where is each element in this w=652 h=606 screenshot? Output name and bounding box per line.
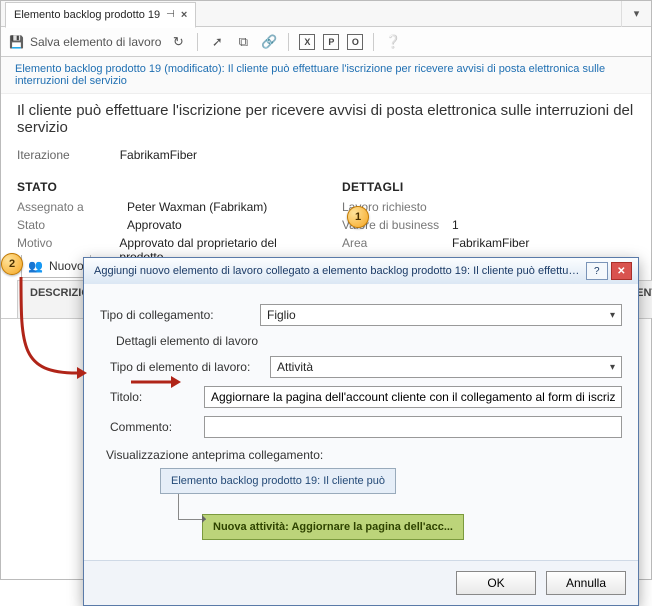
dialog-title-text: Aggiungi nuovo elemento di lavoro colleg…	[94, 265, 583, 277]
witype-select[interactable]: Attività	[270, 356, 622, 378]
iteration-row: Iterazione FabrikamFiber	[1, 144, 651, 172]
ok-button[interactable]: OK	[456, 571, 536, 595]
callout-1: 1	[347, 206, 369, 228]
arrow-icon[interactable]: ➚	[208, 33, 226, 51]
save-label: Salva elemento di lavoro	[30, 35, 161, 49]
p-box-button[interactable]: P	[323, 34, 339, 50]
linktype-label: Tipo di collegamento:	[100, 308, 260, 322]
dialog-help-button[interactable]: ?	[586, 262, 607, 280]
cancel-button[interactable]: Annulla	[546, 571, 626, 595]
fields-columns: STATO Assegnato aPeter Waxman (Fabrikam)…	[1, 172, 651, 268]
dialog-body: Tipo di collegamento: Figlio Dettagli el…	[84, 284, 638, 560]
link-preview: Elemento backlog prodotto 19: Il cliente…	[160, 468, 616, 540]
dettagli-header: DETTAGLI	[342, 180, 635, 194]
link-dialog: Aggiungi nuovo elemento di lavoro colleg…	[83, 257, 639, 606]
child-preview-box: Nuova attività: Aggiornare la pagina del…	[202, 514, 464, 540]
field-value[interactable]: Approvato	[127, 218, 182, 232]
linktype-select[interactable]: Figlio	[260, 304, 622, 326]
document-tab-title: Elemento backlog prodotto 19	[14, 9, 160, 21]
stato-header: STATO	[17, 180, 310, 194]
dialog-actions: OK Annulla	[84, 560, 638, 605]
field-row: Lavoro richiesto	[342, 200, 635, 214]
field-value[interactable]: Peter Waxman (Fabrikam)	[127, 200, 267, 214]
field-label: Stato	[17, 218, 127, 232]
people-icon: 👥	[28, 259, 43, 273]
tab-dropdown-button[interactable]: ▾	[621, 1, 651, 27]
refresh-icon[interactable]: ↻	[169, 33, 187, 51]
connector-line	[178, 494, 206, 520]
separator	[288, 33, 289, 51]
nuovo-label: Nuovo	[49, 259, 84, 273]
dettagli-column: DETTAGLI Lavoro richiesto Valore di busi…	[342, 180, 635, 268]
commento-label: Commento:	[110, 420, 190, 434]
field-row: Valore di business1	[342, 218, 635, 232]
commento-input[interactable]	[204, 416, 622, 438]
separator	[197, 33, 198, 51]
linktype-value: Figlio	[267, 308, 296, 322]
witype-value: Attività	[277, 360, 313, 374]
copy-icon[interactable]: ⧉	[234, 33, 252, 51]
callout-2: 2	[1, 253, 23, 275]
separator	[373, 33, 374, 51]
save-button[interactable]: 💾 Salva elemento di lavoro	[9, 35, 161, 49]
o-box-button[interactable]: O	[347, 34, 363, 50]
detail-subheader: Dettagli elemento di lavoro	[116, 334, 622, 348]
iteration-label: Iterazione	[17, 148, 70, 162]
close-tab-icon[interactable]: ×	[181, 9, 187, 21]
breadcrumb: Elemento backlog prodotto 19 (modificato…	[1, 57, 651, 94]
document-tab-bar: Elemento backlog prodotto 19 ⊣ × ▾	[1, 1, 651, 27]
pin-icon[interactable]: ⊣	[166, 9, 175, 20]
field-row: StatoApprovato	[17, 218, 310, 232]
help-icon[interactable]: ❔	[384, 33, 402, 51]
field-value[interactable]: FabrikamFiber	[452, 236, 529, 250]
field-label: Area	[342, 236, 452, 250]
titolo-input[interactable]	[204, 386, 622, 408]
work-item-title: Il cliente può effettuare l'iscrizione p…	[1, 94, 651, 144]
work-item-toolbar: 💾 Salva elemento di lavoro ↻ ➚ ⧉ 🔗 X P O…	[1, 27, 651, 57]
iteration-value[interactable]: FabrikamFiber	[120, 148, 197, 162]
dialog-titlebar: Aggiungi nuovo elemento di lavoro colleg…	[84, 258, 638, 284]
titolo-label: Titolo:	[110, 390, 170, 404]
preview-header: Visualizzazione anteprima collegamento:	[106, 448, 622, 462]
parent-preview-box: Elemento backlog prodotto 19: Il cliente…	[160, 468, 396, 494]
field-value[interactable]: 1	[452, 218, 459, 232]
x-box-button[interactable]: X	[299, 34, 315, 50]
field-label: Assegnato a	[17, 200, 127, 214]
link-icon[interactable]: 🔗	[260, 33, 278, 51]
field-row: Assegnato aPeter Waxman (Fabrikam)	[17, 200, 310, 214]
floppy-icon: 💾	[9, 35, 24, 49]
dialog-close-button[interactable]: ✕	[611, 262, 632, 280]
witype-label: Tipo di elemento di lavoro:	[110, 360, 270, 374]
nuovo-button[interactable]: 👥 Nuovo	[21, 255, 91, 278]
document-tab[interactable]: Elemento backlog prodotto 19 ⊣ ×	[5, 2, 196, 28]
field-row: AreaFabrikamFiber	[342, 236, 635, 250]
